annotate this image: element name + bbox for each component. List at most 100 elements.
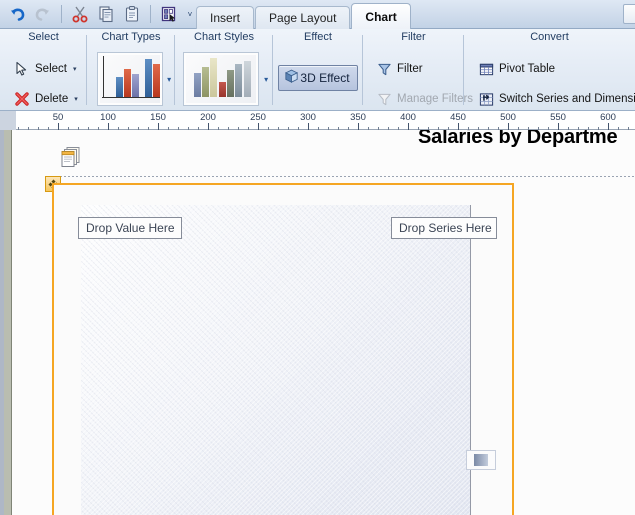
cut-button[interactable] (67, 2, 93, 26)
chart-styles-gallery[interactable] (183, 52, 260, 106)
ruler-tick-label: 450 (450, 112, 466, 123)
switch-series-dimensions-label: Switch Series and Dimensions (499, 93, 635, 105)
funnel-outline-icon (374, 89, 394, 109)
redo-button[interactable] (30, 2, 56, 26)
grid-table-icon (476, 59, 496, 79)
ribbon-group-chart-types: Chart Types ▾ (87, 29, 175, 111)
ruler-tick-label: 500 (500, 112, 516, 123)
group-title-effect: Effect (304, 31, 332, 43)
chart-styles-dropdown[interactable]: ▾ (259, 52, 273, 106)
copy-icon (99, 6, 113, 23)
3d-effect-toggle[interactable]: 3D Effect (278, 65, 358, 91)
switch-series-dimensions-button[interactable]: Switch Series and Dimensions (472, 87, 635, 111)
clone-formatting-button[interactable] (156, 2, 182, 26)
chart-styles-preview (186, 55, 257, 103)
page-title: Salaries by Departme (418, 130, 618, 148)
ruler-major-tick (58, 123, 59, 130)
ruler-tick-label: 100 (100, 112, 116, 123)
ruler-major-tick (408, 123, 409, 130)
select-button[interactable]: Select ▾ (8, 57, 87, 81)
group-title-chart-types: Chart Types (101, 31, 161, 43)
tab-page-layout[interactable]: Page Layout (255, 6, 351, 29)
clipboard-icon (125, 6, 139, 22)
page-margin-bar (4, 130, 12, 515)
ruler-track: 50 100 150 200 250 300 350 400 450 500 550 600 (16, 111, 635, 130)
manage-filters-label: Manage Filters (397, 93, 474, 105)
ruler-major-tick (508, 123, 509, 130)
ruler-tick-label: 200 (200, 112, 216, 123)
stacked-pages-icon[interactable] (60, 146, 82, 170)
drop-series-here-zone[interactable]: Drop Series Here (391, 217, 497, 239)
horizontal-ruler[interactable]: 50 100 150 200 250 300 350 400 450 500 550 600 (0, 111, 635, 130)
quick-access-toolbar: ˅ (0, 0, 198, 28)
redo-arrow-icon (35, 8, 49, 21)
ruler-tick-label: 250 (250, 112, 266, 123)
red-x-icon (12, 89, 32, 109)
group-title-convert: Convert (530, 31, 569, 43)
scissors-icon (72, 6, 88, 23)
ribbon-group-convert: Convert Pivot Table Switch Series and Di… (464, 29, 635, 111)
select-button-label: Select (35, 63, 67, 75)
filter-button-label: Filter (397, 63, 423, 75)
ribbon-group-select: Select Select ▾ Delete ▾ (0, 29, 87, 111)
group-title-chart-styles: Chart Styles (194, 31, 254, 43)
ruler-major-tick (258, 123, 259, 130)
chart-wall-texture (81, 205, 470, 515)
chart-types-gallery[interactable] (97, 52, 164, 106)
undo-arrow-icon (11, 8, 25, 21)
drop-series-here-label: Drop Series Here (399, 221, 492, 235)
toolbar-divider (61, 5, 62, 23)
chevron-down-icon-2[interactable]: ▾ (74, 95, 78, 103)
filter-button[interactable]: Filter (370, 57, 464, 81)
ruler-tick-label: 150 (150, 112, 166, 123)
legend-placeholder[interactable] (466, 450, 496, 470)
3d-effect-label: 3D Effect (300, 71, 350, 85)
paste-button[interactable] (119, 2, 145, 26)
chart-editor-window: ˅ Insert Page Layout Chart Select Select… (0, 0, 635, 515)
tab-chart[interactable]: Chart (351, 3, 411, 29)
undo-button[interactable] (4, 2, 30, 26)
cursor-arrow-icon (12, 59, 32, 79)
clone-formatting-icon (161, 6, 176, 22)
pivot-table-button[interactable]: Pivot Table (472, 57, 635, 81)
toolbar-divider-2 (150, 5, 151, 23)
ruler-major-tick (358, 123, 359, 130)
chart-object-frame[interactable]: Drop Value Here Drop Series Here Drop La… (52, 183, 514, 515)
ruler-major-tick (308, 123, 309, 130)
ruler-tick-label: 550 (550, 112, 566, 123)
section-dotted-divider (52, 176, 635, 177)
ruler-major-tick (608, 123, 609, 130)
chart-plot-wall[interactable] (81, 205, 471, 515)
ruler-major-tick (208, 123, 209, 130)
tab-insert[interactable]: Insert (196, 6, 255, 29)
cube-3d-icon (283, 68, 300, 88)
ruler-tick-label: 300 (300, 112, 316, 123)
funnel-icon (374, 59, 394, 79)
group-title-select: Select (28, 31, 59, 43)
delete-button[interactable]: Delete ▾ (8, 87, 87, 111)
ruler-major-tick (108, 123, 109, 130)
ribbon-group-chart-styles: Chart Styles ▾ (175, 29, 273, 111)
manage-filters-button: Manage Filters (370, 87, 473, 111)
ribbon: Select Select ▾ Delete ▾ Chart Types ▾ C… (0, 29, 635, 111)
drop-value-here-zone[interactable]: Drop Value Here (78, 217, 182, 239)
ribbon-group-filter: Filter Filter Manage Filters (363, 29, 473, 111)
pivot-table-label: Pivot Table (499, 63, 556, 75)
ruler-tick-label: 350 (350, 112, 366, 123)
ribbon-group-effect: Effect 3D Effect (273, 29, 363, 111)
ruler-corner (0, 111, 16, 130)
ruler-tick-label: 50 (52, 112, 64, 123)
ruler-major-tick (458, 123, 459, 130)
chevron-down-icon[interactable]: ▾ (73, 65, 77, 73)
ruler-tick-label: 400 (400, 112, 416, 123)
group-title-filter: Filter (401, 31, 426, 43)
delete-button-label: Delete (35, 93, 69, 105)
ribbon-collapse-button[interactable] (623, 4, 635, 24)
ruler-tick-label: 600 (600, 112, 616, 123)
ribbon-tabs: Insert Page Layout Chart (196, 3, 412, 29)
ruler-major-tick (158, 123, 159, 130)
copy-button[interactable] (93, 2, 119, 26)
document-canvas[interactable]: Salaries by Departme Drop Value Here Dro… (0, 130, 635, 515)
ruler-major-tick (558, 123, 559, 130)
switch-axes-icon (476, 89, 496, 109)
